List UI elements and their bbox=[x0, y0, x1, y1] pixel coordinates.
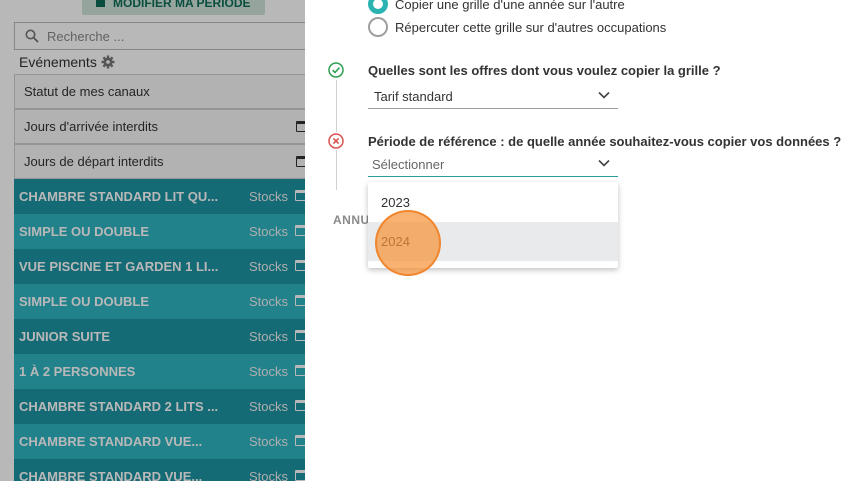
step-connector bbox=[336, 80, 337, 132]
offers-select-value: Tarif standard bbox=[374, 89, 453, 104]
chevron-down-icon bbox=[598, 159, 610, 167]
cancel-button[interactable]: ANNU bbox=[333, 213, 370, 227]
radio-copy-year[interactable]: Copier une grille d'une année sur l'autr… bbox=[368, 0, 625, 14]
period-dropdown-menu: 2023 2024 bbox=[368, 182, 618, 268]
error-circle-icon bbox=[328, 133, 344, 149]
radio-unselected-icon[interactable] bbox=[368, 17, 388, 37]
radio-label: Répercuter cette grille sur d'autres occ… bbox=[395, 19, 667, 35]
copy-grid-panel: Copier une grille d'une année sur l'autr… bbox=[305, 0, 859, 481]
dropdown-option-2024[interactable]: 2024 bbox=[368, 222, 618, 261]
modal-backdrop[interactable] bbox=[0, 0, 305, 481]
step-connector bbox=[336, 150, 337, 190]
radio-selected-icon[interactable] bbox=[368, 0, 388, 14]
period-select-placeholder: Sélectionner bbox=[372, 157, 445, 172]
radio-replicate-occupations[interactable]: Répercuter cette grille sur d'autres occ… bbox=[368, 17, 666, 37]
chevron-down-icon bbox=[598, 91, 610, 99]
offers-question: Quelles sont les offres dont vous voulez… bbox=[368, 63, 721, 78]
period-question: Période de référence : de quelle année s… bbox=[368, 134, 842, 149]
dropdown-option-2023[interactable]: 2023 bbox=[368, 183, 618, 222]
period-select[interactable]: Sélectionner bbox=[368, 153, 618, 177]
radio-label: Copier une grille d'une année sur l'autr… bbox=[395, 0, 625, 12]
check-circle-icon bbox=[328, 62, 344, 78]
offers-select[interactable]: Tarif standard bbox=[368, 85, 618, 109]
